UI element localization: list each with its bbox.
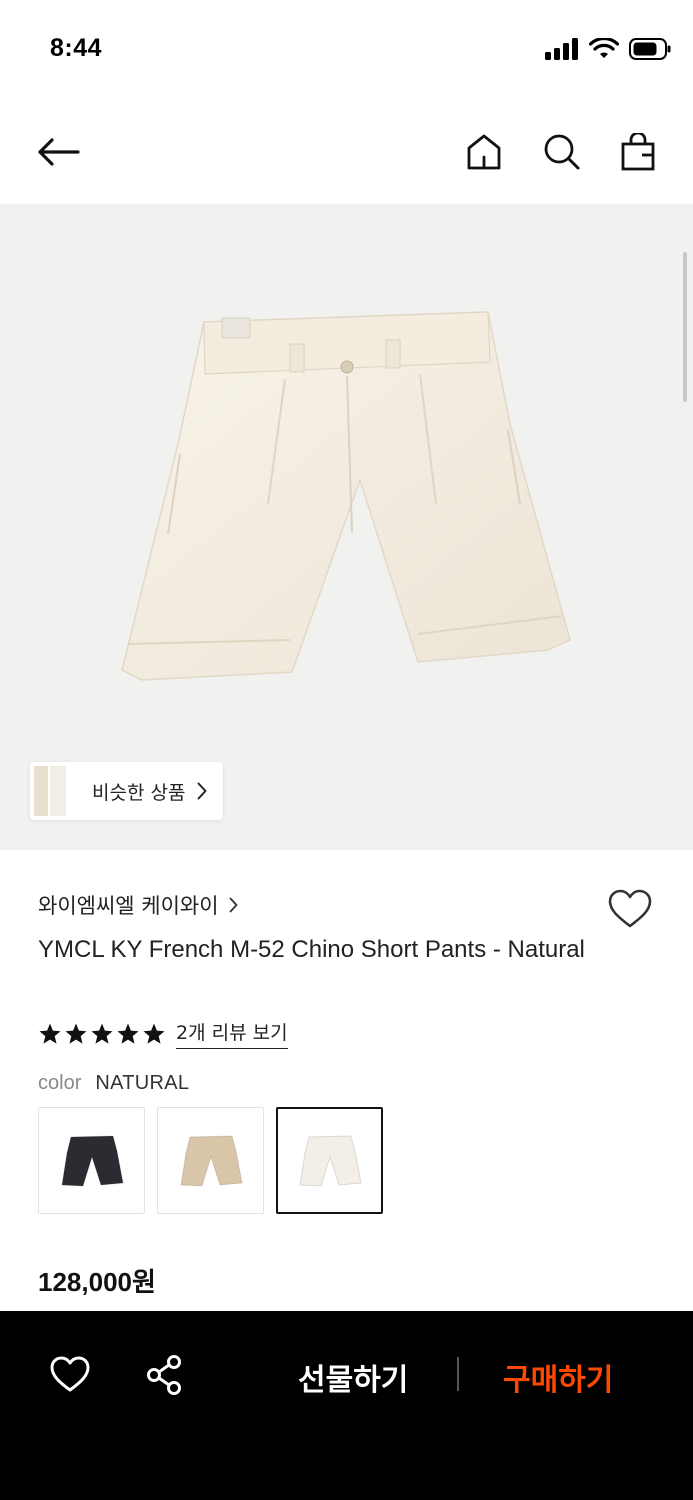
search-icon (544, 134, 580, 170)
star-icon (143, 1023, 165, 1044)
share-button[interactable] (140, 1351, 188, 1399)
star-icon (117, 1023, 139, 1044)
arrow-left-icon (38, 138, 80, 166)
divider (457, 1357, 459, 1391)
bottom-like-button[interactable] (46, 1351, 94, 1399)
top-navigation (0, 110, 693, 190)
similar-products-label: 비슷한 상품 (92, 781, 186, 804)
star-icon (65, 1023, 87, 1044)
share-icon (147, 1355, 181, 1395)
product-title: YMCL KY French M-52 Chino Short Pants - … (38, 936, 585, 963)
price: 128,000원 (38, 1267, 156, 1297)
buy-button[interactable]: 구매하기 (503, 1355, 613, 1399)
shorts-thumbnail (60, 1134, 124, 1187)
status-bar: 8:44 (0, 0, 693, 100)
shopping-bag-icon (621, 133, 655, 171)
wishlist-button[interactable] (606, 886, 654, 934)
color-swatches (38, 1107, 383, 1214)
star-icon (91, 1023, 113, 1044)
color-value: NATURAL (95, 1072, 190, 1094)
home-button[interactable] (460, 128, 508, 176)
back-button[interactable] (34, 128, 82, 176)
shorts-thumbnail (179, 1134, 243, 1187)
color-label: color (38, 1072, 82, 1094)
home-icon (467, 134, 501, 170)
rating: 2개 리뷰 보기 (38, 1018, 288, 1049)
color-swatch-beige[interactable] (157, 1107, 264, 1214)
heart-icon (50, 1356, 90, 1392)
battery-icon (629, 38, 671, 60)
brand-link[interactable]: 와이엠씨엘 케이와이 (38, 890, 238, 920)
status-icons (545, 38, 671, 60)
chevron-right-icon (197, 782, 207, 800)
review-link[interactable]: 2개 리뷰 보기 (176, 1018, 288, 1049)
wifi-icon (589, 38, 619, 58)
gift-button[interactable]: 선물하기 (298, 1355, 408, 1399)
status-time: 8:44 (50, 34, 103, 62)
similar-products-button[interactable]: 비슷한 상품 (30, 762, 224, 820)
scroll-indicator[interactable] (683, 252, 687, 402)
star-icon (39, 1023, 61, 1044)
star-rating (38, 1022, 166, 1046)
similar-thumbnails (30, 762, 88, 820)
cellular-signal-icon (545, 38, 578, 60)
color-swatch-black[interactable] (38, 1107, 145, 1214)
similar-thumbnail (48, 764, 68, 818)
color-row: color NATURAL (38, 1072, 189, 1095)
heart-icon (608, 889, 652, 928)
product-image[interactable]: 비슷한 상품 (0, 204, 693, 850)
search-button[interactable] (538, 128, 586, 176)
shorts-thumbnail (298, 1134, 362, 1187)
product-photo (121, 311, 571, 681)
cart-button[interactable] (614, 128, 662, 176)
bottom-action-bar: 선물하기 구매하기 (0, 1311, 693, 1500)
brand-name: 와이엠씨엘 케이와이 (38, 894, 219, 918)
color-swatch-natural[interactable] (276, 1107, 383, 1214)
chevron-right-icon (229, 897, 237, 913)
